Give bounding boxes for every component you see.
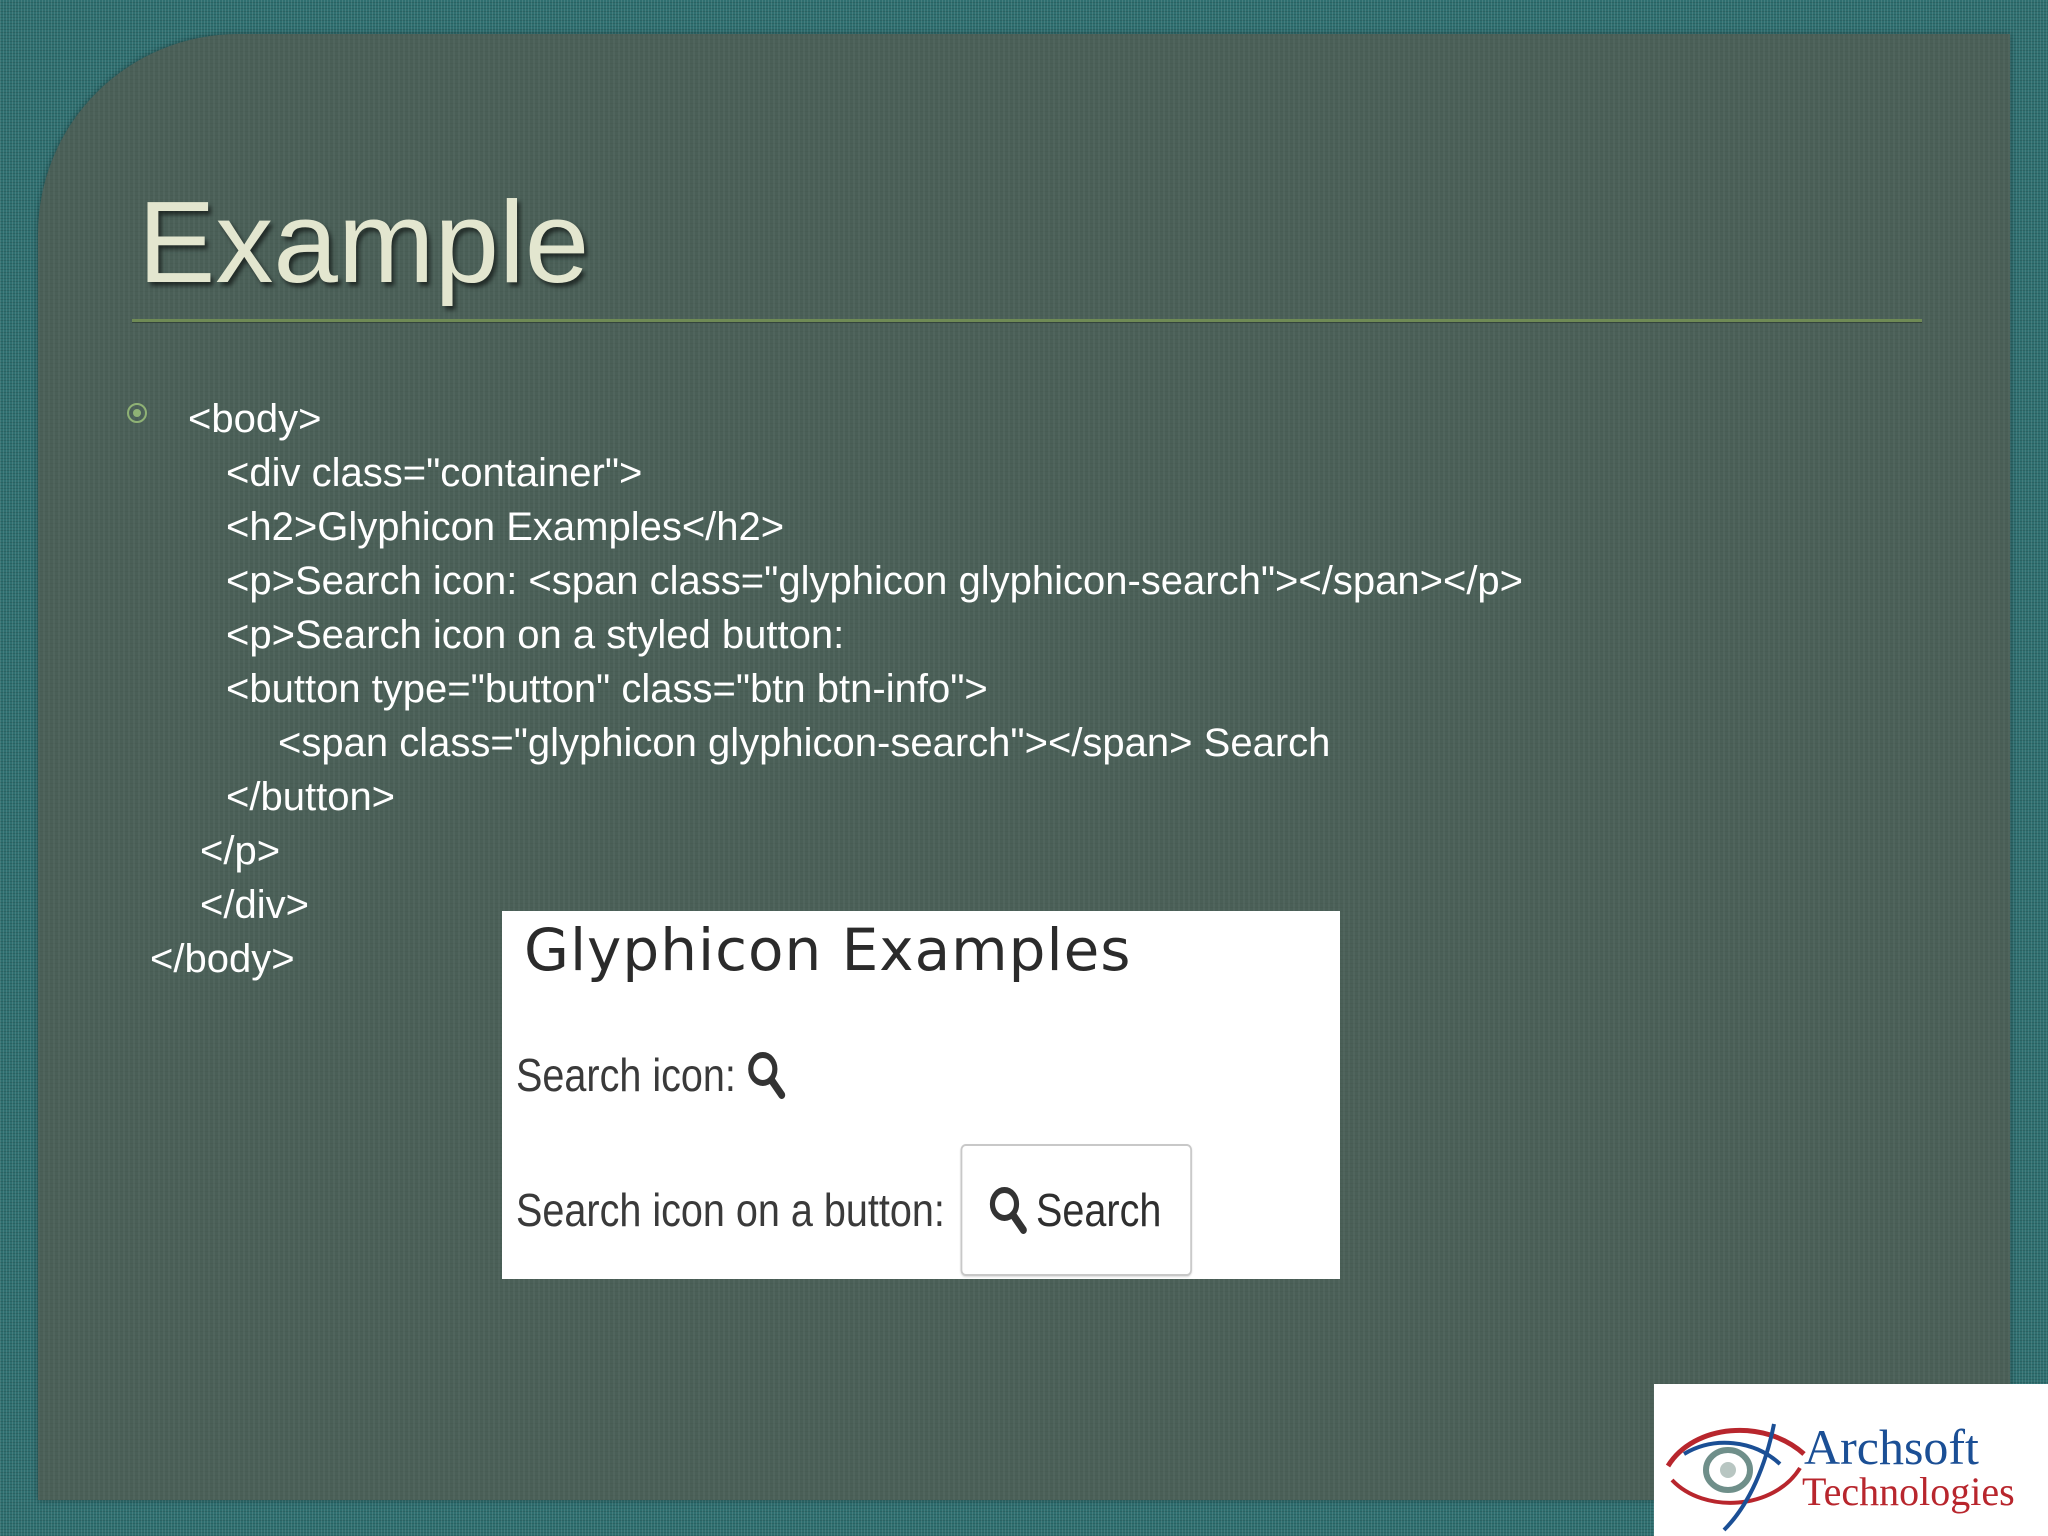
search-button-row: Search icon on a button: Search [516, 1144, 1193, 1276]
code-line: </p> [200, 829, 281, 873]
code-line: <p>Search icon on a styled button: [226, 613, 845, 657]
eye-swirl-logo-icon [1665, 1423, 1806, 1532]
title-divider [132, 319, 1922, 323]
search-icon-row: Search icon: [516, 1045, 786, 1105]
logo-subtitle: Technologies [1802, 1469, 2015, 1514]
code-line: </button> [226, 775, 396, 819]
code-line: <div class="container"> [226, 451, 643, 495]
search-button[interactable]: Search [960, 1144, 1193, 1276]
code-line: </div> [200, 883, 309, 927]
search-button-label: Search [1036, 1184, 1162, 1236]
code-line: </body> [150, 937, 295, 981]
logo-name: Archsoft [1804, 1419, 1979, 1475]
code-line: <button type="button" class="btn btn-inf… [226, 667, 988, 711]
example-heading: Glyphicon Examples [524, 916, 1132, 984]
slide-title: Example [138, 177, 590, 307]
magnifier-icon [988, 1185, 1028, 1235]
archsoft-logo: Archsoft Technologies [1654, 1384, 2048, 1536]
circle-dot-bullet-icon [126, 402, 148, 424]
code-line: <p>Search icon: <span class="glyphicon g… [226, 559, 1524, 603]
code-line: <span class="glyphicon glyphicon-search"… [278, 721, 1331, 765]
slide: Example <body> <div class="container"> <… [38, 34, 2010, 1500]
code-line: <h2>Glyphicon Examples</h2> [226, 505, 785, 549]
search-icon-label: Search icon: [516, 1049, 736, 1101]
code-line: <body> [188, 397, 322, 441]
magnifier-icon [746, 1050, 786, 1100]
button-row-label: Search icon on a button: [516, 1184, 945, 1236]
rendered-example-screenshot: Glyphicon Examples Search icon: Search i… [502, 911, 1340, 1279]
